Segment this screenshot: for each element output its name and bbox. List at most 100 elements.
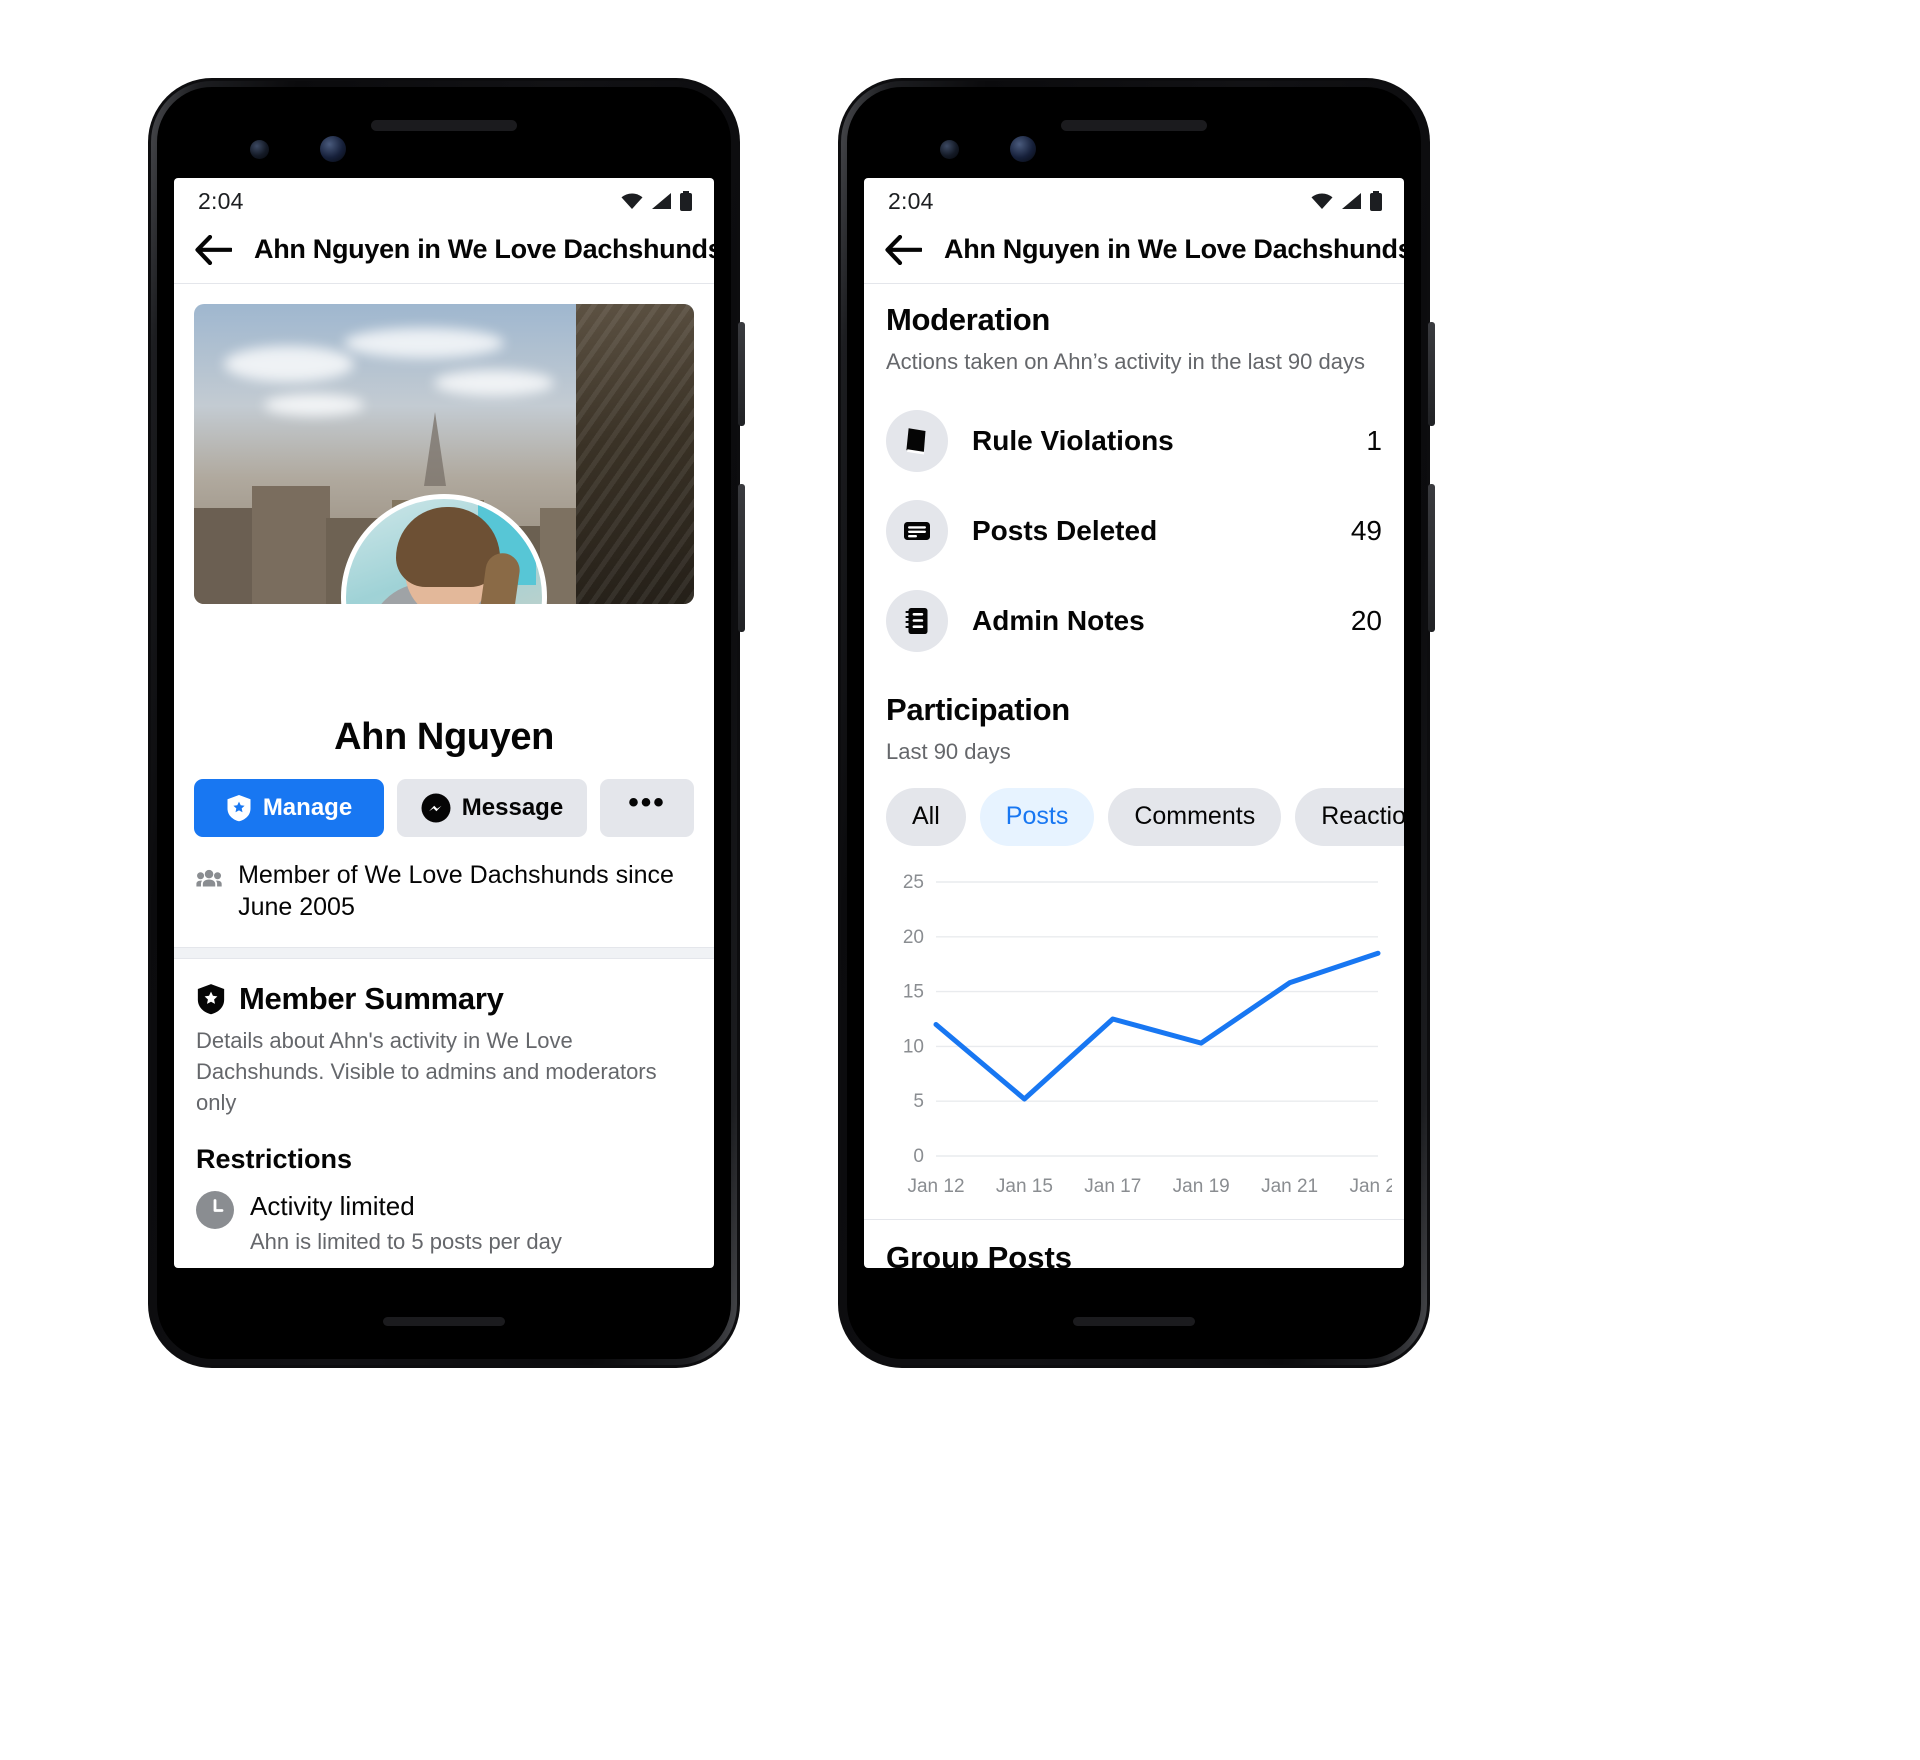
group-posts-section: Group Posts: [864, 1220, 1404, 1268]
chart-y-tick: 5: [913, 1091, 924, 1112]
member-summary-header: Member Summary: [196, 981, 692, 1017]
participation-subtitle: Last 90 days: [886, 738, 1011, 764]
screen-left: 2:04 Ahn Nguyen in We Love Dachshunds Ah…: [174, 178, 714, 1268]
bottom-speaker: [383, 1317, 505, 1326]
restrictions-title: Restrictions: [196, 1144, 353, 1175]
chart-y-tick: 15: [903, 981, 924, 1002]
chart-x-tick: Jan 12: [907, 1176, 964, 1197]
moderation-title: Moderation: [886, 302, 1051, 337]
moderation-row-admin-notes[interactable]: Admin Notes 20: [886, 576, 1382, 666]
earpiece-speaker: [1061, 120, 1207, 131]
chart-x-tick: Jan 17: [1084, 1176, 1141, 1197]
manage-button[interactable]: Manage: [194, 779, 384, 837]
participation-section: Participation Last 90 days: [864, 666, 1404, 768]
shield-star-icon: [197, 984, 225, 1015]
volume-button[interactable]: [738, 484, 745, 632]
back-arrow-icon[interactable]: [194, 234, 232, 265]
filter-chip-label: All: [912, 802, 940, 831]
moderation-row-posts-deleted[interactable]: Posts Deleted 49: [886, 486, 1382, 576]
filter-chip-reactions[interactable]: Reactions: [1295, 787, 1404, 846]
clock-icon: [196, 1191, 234, 1230]
battery-icon: [1370, 191, 1382, 211]
chart-y-tick: 0: [913, 1146, 924, 1167]
filter-chip-label: Posts: [1005, 802, 1069, 831]
moderation-row-label: Posts Deleted: [972, 514, 1158, 546]
moderation-row-rule-violations[interactable]: Rule Violations 1: [886, 396, 1382, 486]
manage-button-label: Manage: [262, 794, 353, 821]
post-icon: [886, 499, 948, 562]
status-time: 2:04: [888, 187, 934, 214]
participation-chart-container: 0 5 10 15 20 25 Jan 12 Jan 15 Jan 17 Jan 19 Jan 21…: [864, 846, 1404, 1213]
chart-x-tick: Jan 15: [996, 1176, 1053, 1197]
page-title: Ahn Nguyen in We Love Dachshunds: [254, 234, 714, 264]
moderation-section: Moderation Actions taken on Ahn’s activi…: [864, 284, 1404, 666]
filter-chip-label: Comments: [1134, 802, 1256, 831]
more-options-label: •••: [628, 786, 666, 819]
app-top-bar: Ahn Nguyen in We Love Dachshunds: [864, 224, 1404, 284]
chart-y-tick: 25: [903, 872, 924, 893]
page-title: Ahn Nguyen in We Love Dachshunds: [944, 234, 1404, 264]
message-button[interactable]: Message: [397, 779, 587, 837]
status-icons: [620, 191, 692, 211]
chart-x-tick: Jan 19: [1173, 1176, 1230, 1197]
profile-name: Ahn Nguyen: [334, 716, 554, 758]
chart-x-tick: Jan 23: [1349, 1176, 1392, 1197]
moderation-row-value: 20: [1350, 604, 1382, 636]
earpiece-speaker: [371, 120, 517, 131]
status-time: 2:04: [198, 187, 244, 214]
wifi-icon: [1311, 193, 1333, 209]
power-button[interactable]: [1428, 322, 1435, 426]
participation-filters: All Posts Comments Reactions: [864, 768, 1404, 846]
avatar[interactable]: [341, 494, 547, 604]
membership-info: Member of We Love Dachshunds since June …: [174, 837, 714, 923]
participation-line-chart[interactable]: 0 5 10 15 20 25 Jan 12 Jan 15 Jan 17 Jan 19 Jan 21…: [874, 868, 1404, 1208]
page-scroll-left[interactable]: Ahn Nguyen in We Love Dachshunds Ahn Ngu…: [174, 224, 714, 1268]
filter-chip-all[interactable]: All: [886, 787, 966, 846]
more-options-button[interactable]: •••: [600, 779, 694, 837]
moderation-row-label: Admin Notes: [972, 604, 1145, 636]
page-scroll-right[interactable]: Ahn Nguyen in We Love Dachshunds Moderat…: [864, 224, 1404, 1268]
notes-icon: [886, 589, 948, 652]
chart-y-tick: 20: [903, 926, 924, 947]
signal-icon: [1342, 193, 1361, 209]
chart-x-tick: Jan 21: [1261, 1176, 1318, 1197]
battery-icon: [680, 191, 692, 211]
member-summary-subtitle: Details about Ahn's activity in We Love …: [196, 1028, 657, 1115]
members-icon: [196, 869, 222, 887]
group-posts-title: Group Posts: [886, 1239, 1073, 1268]
section-divider: [174, 947, 714, 959]
restriction-row: Activity limited Ahn is limited to 5 pos…: [196, 1191, 692, 1255]
moderation-row-value: 1: [1366, 424, 1382, 456]
restriction-title: Activity limited: [250, 1191, 415, 1222]
restriction-subtitle: Ahn is limited to 5 posts per day: [250, 1229, 562, 1255]
screen-right: 2:04 Ahn Nguyen in We Love Dachshunds Mo…: [864, 178, 1404, 1268]
shield-star-icon: [227, 795, 251, 822]
front-camera-secondary-icon: [320, 136, 346, 162]
moderation-row-label: Rule Violations: [972, 424, 1174, 456]
moderation-list: Rule Violations 1 Posts Deleted 49 Admin…: [886, 396, 1382, 666]
signal-icon: [652, 193, 671, 209]
phone-left: 2:04 Ahn Nguyen in We Love Dachshunds Ah…: [148, 78, 745, 1368]
moderation-subtitle: Actions taken on Ahn’s activity in the l…: [886, 349, 1365, 374]
cover-tree: [576, 304, 694, 604]
cover-photo[interactable]: [194, 304, 694, 604]
back-arrow-icon[interactable]: [884, 234, 922, 265]
filter-chip-comments[interactable]: Comments: [1108, 787, 1282, 846]
chart-series-line: [933, 950, 1381, 1102]
power-button[interactable]: [738, 322, 745, 426]
status-bar: 2:04: [864, 178, 1404, 224]
membership-text: Member of We Love Dachshunds since June …: [238, 861, 674, 921]
front-camera-secondary-icon: [1010, 136, 1036, 162]
chart-y-tick: 10: [903, 1036, 924, 1057]
volume-button[interactable]: [1428, 484, 1435, 632]
front-camera-icon: [940, 140, 959, 159]
member-summary-title: Member Summary: [239, 981, 504, 1016]
filter-chip-posts[interactable]: Posts: [979, 787, 1095, 846]
cover-photo-container: [174, 284, 714, 604]
book-icon: [886, 409, 948, 472]
app-top-bar: Ahn Nguyen in We Love Dachshunds: [174, 224, 714, 284]
bottom-speaker: [1073, 1317, 1195, 1326]
messenger-icon: [421, 793, 451, 823]
status-icons: [1310, 191, 1382, 211]
phone-right: 2:04 Ahn Nguyen in We Love Dachshunds Mo…: [838, 78, 1435, 1368]
